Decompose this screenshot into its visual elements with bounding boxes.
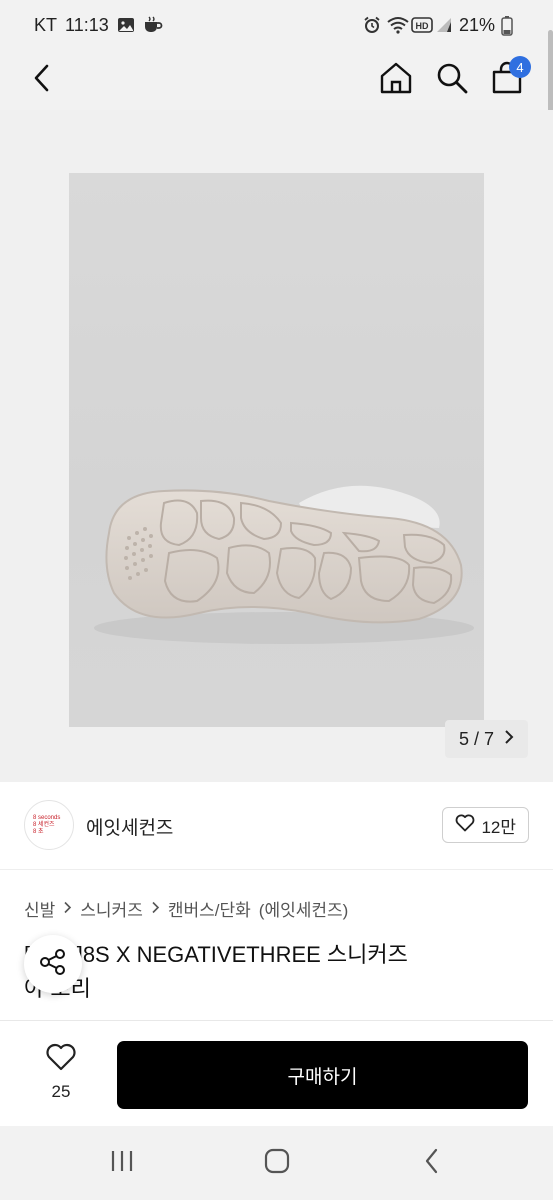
heart-icon	[455, 814, 475, 837]
sneaker-sole-illustration	[94, 485, 474, 644]
brand-logo-line: 8 초	[33, 828, 44, 835]
breadcrumb-item[interactable]: (에잇세컨즈)	[259, 896, 349, 921]
recents-icon	[109, 1149, 135, 1178]
product-title: [ 반품]8S X NEGATIVETHREE 스니커즈 아 보리	[24, 938, 534, 1006]
battery-icon	[501, 16, 519, 36]
purchase-action-bar: 25 구매하기	[0, 1020, 553, 1126]
home-nav-icon	[264, 1148, 290, 1179]
brand-logo: 8 seconds 8 세컨즈 8 초	[24, 800, 74, 850]
cart-button[interactable]: 4	[485, 56, 531, 102]
wishlist-button[interactable]: 25	[30, 1043, 92, 1102]
product-title-line: [ 반품]8S X NEGATIVETHREE 스니커즈	[24, 942, 408, 967]
hd-icon: HD	[411, 16, 433, 34]
battery-label: 21%	[458, 14, 495, 35]
app-header: 4	[0, 50, 553, 110]
brand-row[interactable]: 8 seconds 8 세컨즈 8 초 에잇세컨즈 12만	[0, 782, 553, 870]
brand-like-count: 12만	[481, 817, 516, 837]
brand-logo-line: 8 seconds	[33, 814, 61, 821]
chevron-right-icon	[63, 899, 72, 919]
breadcrumb-item[interactable]: 캔버스/단화	[168, 896, 251, 921]
breadcrumb-item[interactable]: 신발	[24, 896, 55, 921]
search-icon	[436, 62, 468, 99]
share-icon	[38, 947, 68, 982]
product-image-gallery[interactable]: 5 / 7	[0, 110, 553, 782]
image-pager[interactable]: 5 / 7	[444, 720, 528, 758]
home-nav-button[interactable]	[257, 1146, 297, 1180]
share-button[interactable]	[24, 935, 82, 993]
image-pager-count: 5 / 7	[458, 728, 494, 749]
wifi-icon	[387, 16, 409, 34]
clock: 11:13	[65, 14, 109, 35]
cart-count-badge: 4	[509, 56, 531, 78]
brand-like-button[interactable]: 12만	[442, 807, 529, 843]
brand-logo-line: 8 세컨즈	[33, 821, 55, 828]
product-title-line: 아 보리	[24, 976, 91, 1001]
product-info-panel: 8 seconds 8 세컨즈 8 초 에잇세컨즈 12만 신발 스니커즈 캔버…	[0, 782, 553, 1020]
back-icon	[31, 63, 53, 98]
gallery-icon	[117, 16, 135, 34]
status-bar: KT 11:13 HD 21%	[0, 0, 553, 50]
back-button[interactable]	[20, 58, 64, 102]
home-icon	[379, 61, 413, 100]
search-button[interactable]	[430, 58, 474, 102]
wishlist-count: 25	[51, 1082, 71, 1101]
svg-text:HD: HD	[415, 21, 428, 31]
alarm-icon	[363, 16, 381, 34]
coffee-icon	[143, 16, 163, 34]
carrier-label: KT	[34, 14, 58, 35]
brand-name[interactable]: 에잇세컨즈	[86, 813, 173, 840]
breadcrumb-item[interactable]: 스니커즈	[80, 896, 143, 921]
chevron-right-icon	[504, 729, 514, 750]
signal-icon	[435, 16, 453, 34]
chevron-right-icon	[151, 899, 160, 919]
back-nav-button[interactable]	[412, 1146, 452, 1180]
back-nav-icon	[424, 1148, 440, 1179]
product-detail-screen: KT 11:13 HD 21% 4 5 / 7 8 seconds 8 세컨즈 …	[0, 0, 553, 1200]
recents-button[interactable]	[102, 1146, 142, 1180]
system-navigation-bar	[0, 1126, 553, 1200]
breadcrumb: 신발 스니커즈 캔버스/단화 (에잇세컨즈)	[24, 896, 348, 921]
buy-button[interactable]: 구매하기	[117, 1041, 528, 1109]
home-button[interactable]	[374, 58, 418, 102]
heart-icon	[45, 1043, 77, 1076]
product-photo	[69, 173, 484, 727]
